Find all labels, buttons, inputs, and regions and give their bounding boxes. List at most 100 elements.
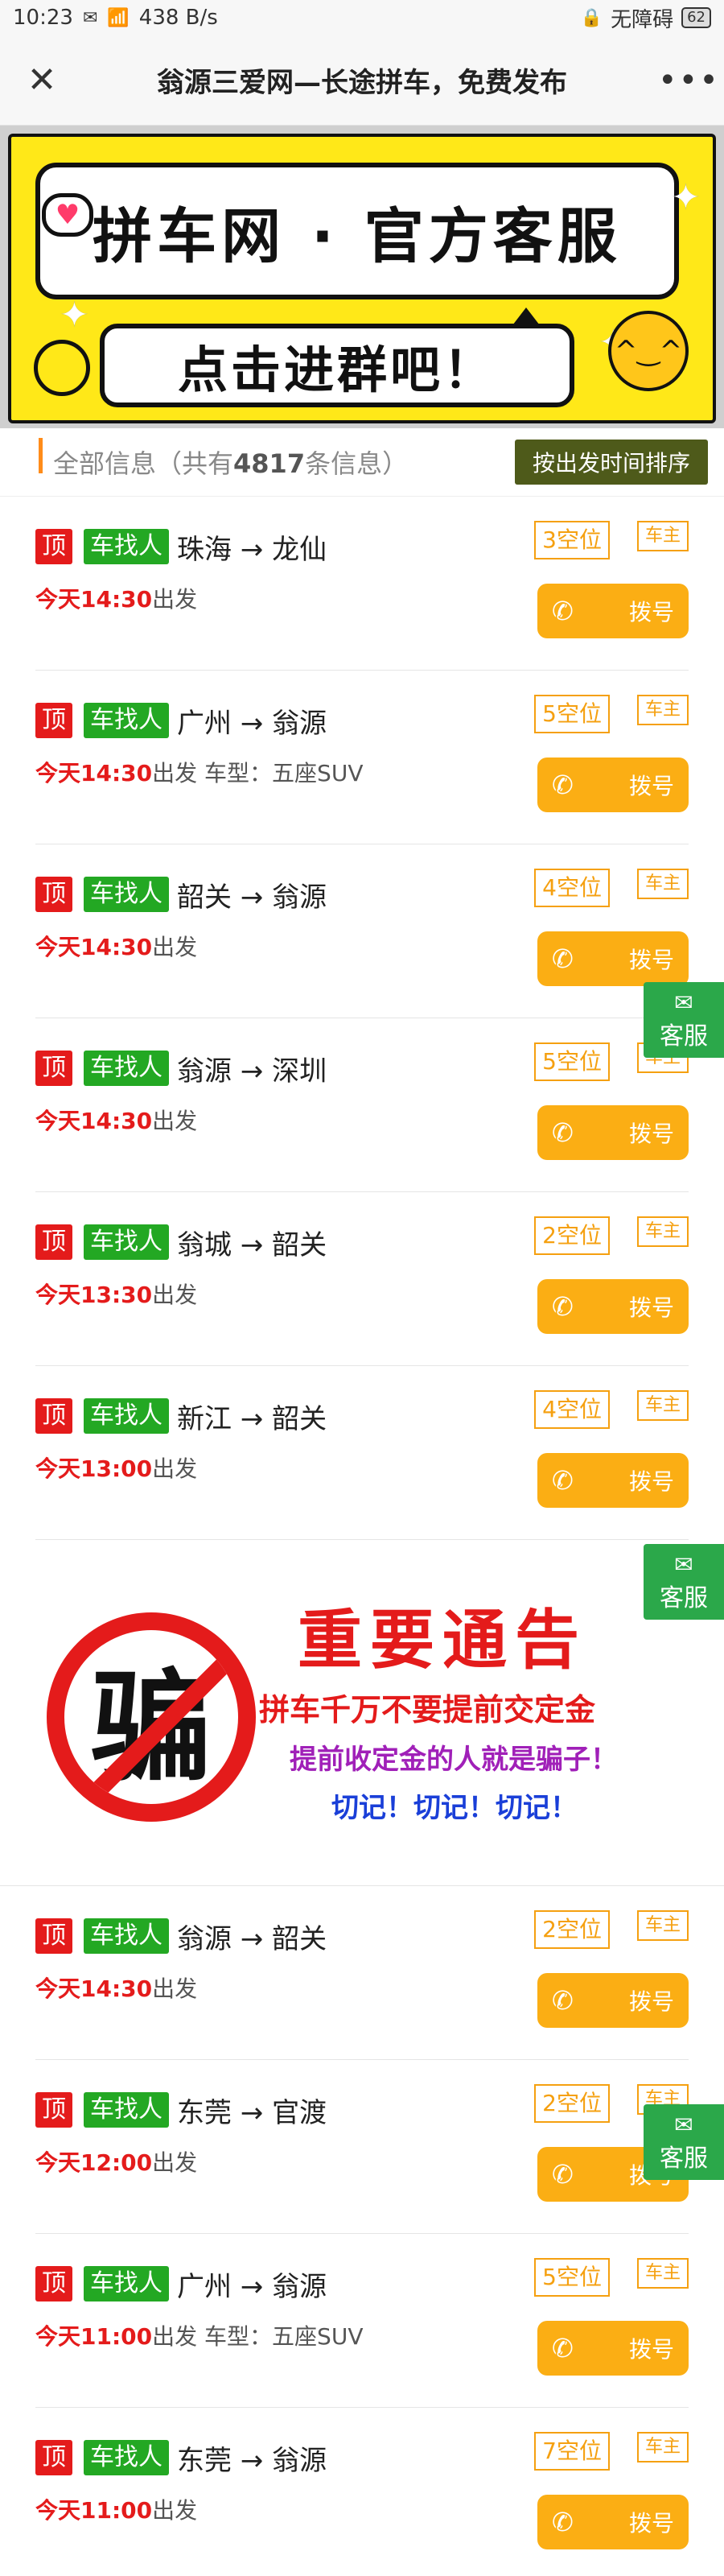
departure-word: 出发 (152, 1108, 198, 1134)
listing-item[interactable]: 顶车找人 东莞 → 翁源 今天11:00出发 7空位 车主 ✆ 拨号 (35, 2408, 689, 2576)
heart-icon: ♥ (42, 193, 93, 237)
status-bar: 10:23 ✉ 📶 438 B/s 🔒 无障碍 62 (0, 0, 724, 35)
count-suffix: 条信息） (305, 448, 409, 479)
listing-type-tag: 车找人 (84, 1051, 169, 1086)
departure-time: 今天11:00 (35, 2323, 153, 2350)
phone-icon: ✆ (552, 1465, 574, 1496)
phone-icon: ✆ (552, 1985, 574, 2016)
dial-button[interactable]: ✆ 拨号 (537, 2495, 689, 2549)
pinned-tag: 顶 (35, 2266, 72, 2301)
listing-item[interactable]: 顶车找人东莞 → 官渡今天12:00出发2空位车主✆拨号 (35, 2060, 689, 2234)
join-group-banner[interactable]: 拼车网 · 官方客服 ♥ 点击进群吧！ ✦ ✦ ✦ ^‿^ (8, 134, 716, 423)
close-icon[interactable]: ✕ (18, 60, 66, 101)
owner-badge: 车主 (636, 521, 689, 551)
total-count: 全部信息（共有4817条信息） (39, 444, 408, 481)
pinned-tag: 顶 (35, 1051, 72, 1086)
banner-cta: 点击进群吧！ (177, 341, 496, 399)
listing-item[interactable]: 顶车找人翁源 → 深圳今天14:30出发5空位车主✆拨号 (35, 1018, 689, 1192)
wechat-icon: ✉ (674, 1550, 693, 1578)
seats-badge: 7空位 (534, 2432, 610, 2471)
listing-item[interactable]: 顶车找人 翁城 → 韶关 今天13:30出发 2空位 车主 ✆ 拨号 (35, 1192, 689, 1366)
title-bar: ✕ 翁源三爱网—长途拼车，免费发布 ••• (0, 35, 724, 126)
sort-by-departure-button[interactable]: 按出发时间排序 (514, 440, 708, 485)
banner-container: 拼车网 · 官方客服 ♥ 点击进群吧！ ✦ ✦ ✦ ^‿^ (0, 126, 724, 428)
wechat-icon: ✉ (674, 2111, 693, 2138)
departure-time: 今天14:30 (35, 934, 153, 960)
phone-icon: ✆ (552, 2159, 574, 2190)
customer-service-button[interactable]: ✉ 客服 (644, 2104, 724, 2180)
dial-button[interactable]: ✆ 拨号 (537, 584, 689, 638)
phone-icon: ✆ (552, 2507, 574, 2537)
dial-label: 拨号 (628, 1468, 674, 1495)
decor-circle (34, 340, 90, 396)
listing-type-tag: 车找人 (84, 2440, 169, 2475)
dial-button[interactable]: ✆ 拨号 (537, 1973, 689, 2028)
seats-badge: 4空位 (534, 1390, 610, 1429)
listing-type-tag: 车找人 (84, 1398, 169, 1434)
dial-button[interactable]: ✆ 拨号 (537, 1279, 689, 1334)
departure-word: 出发 (152, 1975, 198, 2002)
departure-word: 出发 (152, 2149, 198, 2176)
phone-icon: ✆ (552, 1291, 574, 1322)
no-fraud-icon: 骗 (47, 1612, 256, 1822)
seats-badge: 5空位 (534, 2258, 610, 2297)
notice-title: 重要通告 (298, 1603, 587, 1678)
departure-time: 今天14:30 (35, 1108, 153, 1134)
banner-cta-box: 点击进群吧！ (100, 324, 574, 407)
departure-word: 出发 (152, 2497, 198, 2524)
sparkle-icon: ✦ (60, 295, 89, 336)
pinned-tag: 顶 (35, 2092, 72, 2128)
accessibility-label: 无障碍 (611, 7, 674, 32)
page-title: 翁源三爱网—长途拼车，免费发布 (157, 67, 567, 99)
banner-title-box: 拼车网 · 官方客服 (35, 163, 679, 299)
seats-badge: 2空位 (534, 2084, 610, 2123)
listing-item[interactable]: 顶车找人 新江 → 韶关 今天13:00出发 4空位 车主 ✆ 拨号 (35, 1366, 689, 1540)
dial-button[interactable]: ✆ 拨号 (537, 2321, 689, 2376)
seats-badge: 2空位 (534, 1216, 610, 1255)
departure-time: 今天12:00 (35, 2149, 153, 2176)
network-speed: 438 B/s (138, 6, 218, 30)
svc-label: 客服 (660, 1022, 708, 1051)
phone-icon: ✆ (552, 770, 574, 800)
banner-title: 拼车网 · 官方客服 (93, 201, 622, 271)
route-text: 翁城 → 韶关 (177, 1228, 327, 1261)
dial-label: 拨号 (628, 773, 674, 799)
owner-badge: 车主 (636, 869, 689, 899)
departure-time: 今天13:30 (35, 1282, 153, 1308)
departure-time: 今天13:00 (35, 1455, 153, 1482)
customer-service-button[interactable]: ✉ 客服 (644, 982, 724, 1058)
listing-item[interactable]: 顶车找人 翁源 → 韶关 今天14:30出发 2空位 车主 ✆ 拨号 (35, 1886, 689, 2060)
pinned-tag: 顶 (35, 877, 72, 912)
departure-time: 今天14:30 (35, 760, 153, 786)
pinned-tag: 顶 (35, 529, 72, 564)
clock: 10:23 (13, 6, 73, 30)
seats-badge: 4空位 (534, 869, 610, 907)
notice-line-2: 提前收定金的人就是骗子！ (290, 1744, 618, 1776)
listing-item[interactable]: 顶车找人 广州 → 翁源 今天14:30出发 车型：五座SUV 5空位 车主 ✆ 拨号 (35, 671, 689, 844)
battery-indicator: 62 (681, 7, 711, 28)
dial-button[interactable]: ✆ 拨号 (537, 758, 689, 812)
listing-item[interactable]: 顶车找人 广州 → 翁源 今天11:00出发 车型：五座SUV 5空位 车主 ✆ 拨号 (35, 2234, 689, 2408)
more-menu-icon[interactable]: ••• (658, 62, 718, 99)
pinned-tag: 顶 (35, 1224, 72, 1260)
listing-item[interactable]: 顶车找人 珠海 → 龙仙 今天14:30出发 3空位 车主 ✆ 拨号 (35, 497, 689, 671)
listing-type-tag: 车找人 (84, 2092, 169, 2128)
owner-badge: 车主 (636, 695, 689, 725)
listing-list: 顶车找人 珠海 → 龙仙 今天14:30出发 3空位 车主 ✆ 拨号顶车找人 广州 → 翁源今… (0, 497, 724, 2576)
pinned-tag: 顶 (35, 1918, 72, 1954)
dial-button[interactable]: ✆ 拨号 (537, 931, 689, 986)
route-text: 广州 → 翁源 (177, 2270, 327, 2303)
dial-label: 拨号 (628, 2336, 674, 2363)
dial-label: 拨号 (628, 1121, 674, 1147)
vehicle-type: 车型：五座SUV (197, 2323, 364, 2350)
listing-item[interactable]: 顶车找人 韶关 → 翁源 今天14:30出发 4空位 车主 ✆ 拨号 (35, 844, 689, 1018)
departure-word: 出发 (152, 586, 198, 613)
sparkle-icon: ✦ (671, 177, 701, 218)
listing-type-tag: 车找人 (84, 529, 169, 564)
owner-badge: 车主 (636, 2258, 689, 2289)
route-text: 广州 → 翁源 (177, 707, 327, 740)
phone-icon: ✆ (552, 596, 574, 626)
dial-button[interactable]: ✆ 拨号 (537, 1105, 689, 1160)
dial-button[interactable]: ✆ 拨号 (537, 1453, 689, 1508)
customer-service-button[interactable]: ✉ 客服 (644, 1544, 724, 1620)
